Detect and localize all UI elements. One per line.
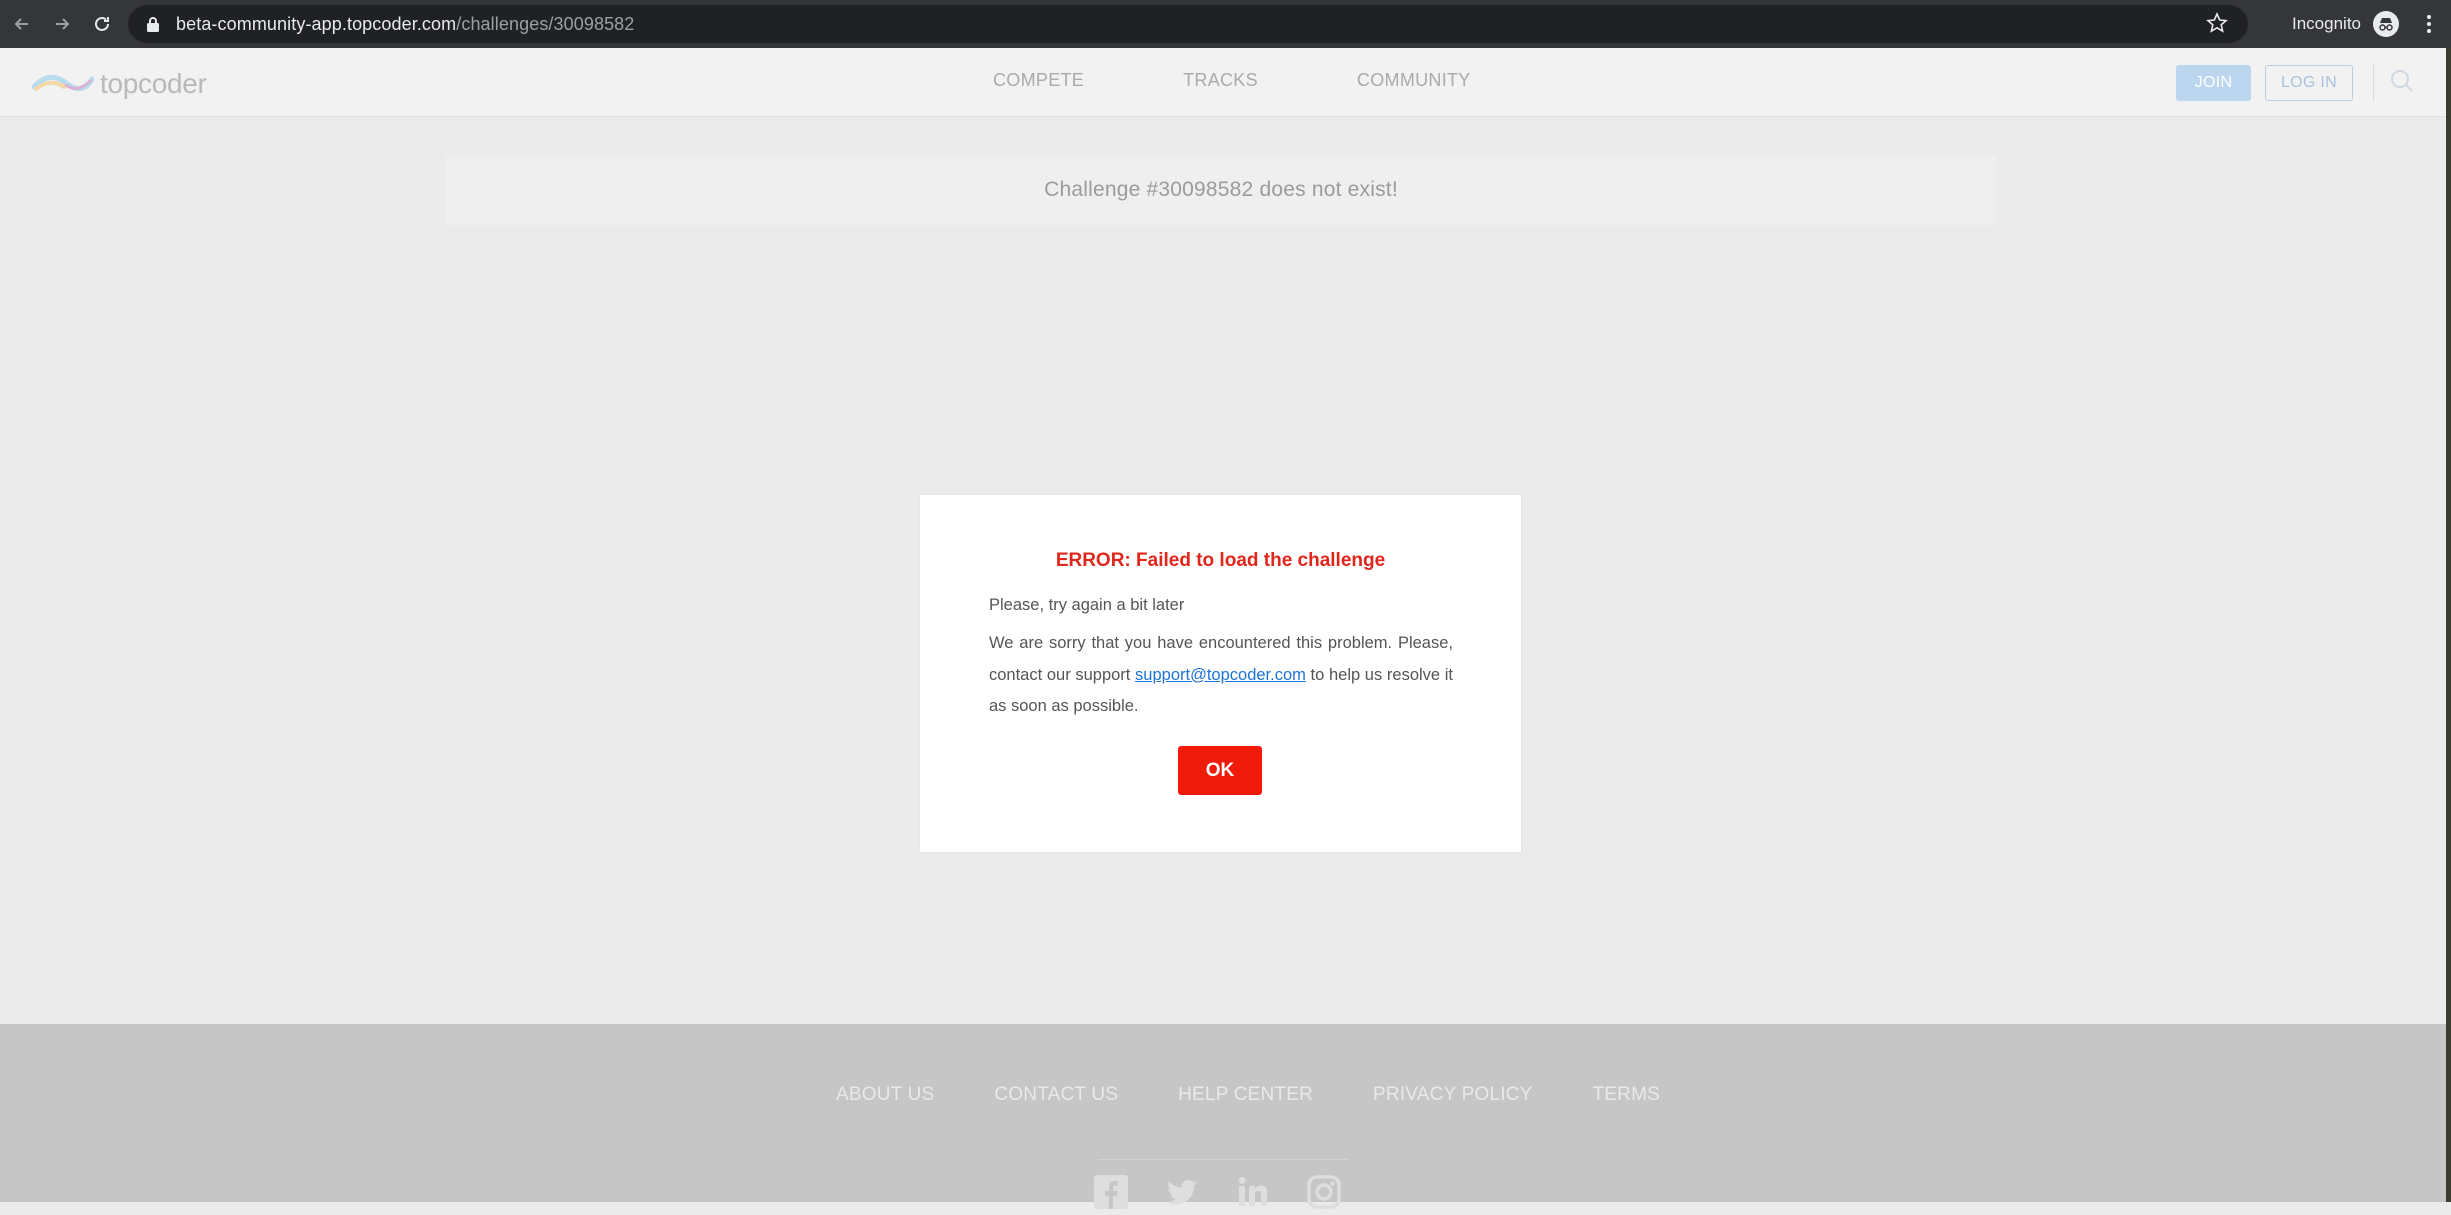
header-divider [2373, 64, 2374, 102]
browser-toolbar: beta-community-app.topcoder.com/challeng… [0, 0, 2451, 48]
error-modal: ERROR: Failed to load the challenge Plea… [920, 495, 1521, 852]
forward-button[interactable] [44, 6, 80, 42]
arrow-left-icon [14, 18, 28, 30]
footer-about-us[interactable]: ABOUT US [836, 1084, 934, 1106]
challenge-not-found-notice: Challenge #30098582 does not exist! [446, 155, 1996, 225]
url-text: beta-community-app.topcoder.com/challeng… [176, 14, 634, 35]
join-button[interactable]: JOIN [2176, 65, 2251, 101]
nav-community[interactable]: COMMUNITY [1357, 70, 1471, 91]
footer-terms[interactable]: TERMS [1592, 1084, 1660, 1106]
arrow-right-icon [56, 18, 70, 30]
instagram-icon[interactable] [1306, 1174, 1342, 1210]
reload-icon [95, 16, 109, 31]
login-button[interactable]: LOG IN [2265, 65, 2353, 101]
nav-tracks[interactable]: TRACKS [1183, 70, 1258, 91]
footer-divider [1098, 1159, 1348, 1160]
footer-nav: ABOUT US CONTACT US HELP CENTER PRIVACY … [836, 1084, 1720, 1106]
url-host: beta-community-app.topcoder.com [176, 13, 457, 34]
social-links [1093, 1174, 1377, 1210]
support-email-link[interactable]: support@topcoder.com [1135, 666, 1306, 684]
modal-retry-text: Please, try again a bit later [989, 596, 1185, 614]
footer-help-center[interactable]: HELP CENTER [1178, 1084, 1313, 1106]
address-bar[interactable]: beta-community-app.topcoder.com/challeng… [128, 5, 2248, 43]
incognito-icon [2373, 11, 2399, 37]
footer-contact-us[interactable]: CONTACT US [994, 1084, 1118, 1106]
twitter-icon[interactable] [1164, 1174, 1200, 1210]
lock-icon [142, 13, 164, 35]
main-nav: COMPETE TRACKS COMMUNITY [993, 70, 1570, 91]
incognito-indicator[interactable]: Incognito [2292, 0, 2399, 48]
back-button[interactable] [4, 6, 40, 42]
modal-title: ERROR: Failed to load the challenge [1055, 550, 1386, 571]
nav-compete[interactable]: COMPETE [993, 70, 1084, 91]
reload-button[interactable] [84, 6, 120, 42]
search-icon[interactable] [2389, 68, 2415, 94]
footer-privacy-policy[interactable]: PRIVACY POLICY [1373, 1084, 1532, 1106]
logo-swoosh-icon [32, 75, 94, 91]
topcoder-logo[interactable]: topcoder [32, 68, 207, 100]
bookmark-star-icon[interactable] [2206, 12, 2228, 40]
window-edge [2446, 48, 2451, 1202]
browser-menu-icon[interactable] [2414, 0, 2444, 48]
site-footer: ABOUT US CONTACT US HELP CENTER PRIVACY … [0, 1024, 2446, 1209]
facebook-icon[interactable] [1093, 1174, 1129, 1210]
url-path: /challenges/30098582 [456, 13, 635, 34]
logo-text: topcoder [100, 68, 207, 99]
linkedin-icon[interactable] [1235, 1174, 1271, 1210]
modal-message: We are sorry that you have encountered t… [989, 628, 1453, 723]
site-header: topcoder COMPETE TRACKS COMMUNITY JOIN L… [0, 48, 2446, 117]
ok-button[interactable]: OK [1178, 746, 1262, 795]
incognito-label: Incognito [2292, 14, 2361, 33]
